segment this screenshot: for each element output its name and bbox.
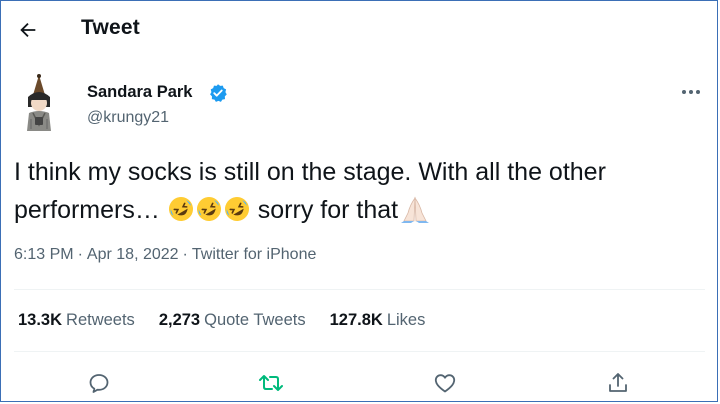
likes-count: 127.8K [329, 311, 383, 329]
arrow-left-icon [20, 22, 36, 38]
divider [14, 289, 705, 290]
author-name[interactable]: Sandara Park [87, 83, 192, 102]
page-title: Tweet [81, 16, 140, 39]
rolling-laughing-emoji-icon [167, 195, 195, 234]
verified-badge-icon [210, 84, 227, 102]
reply-button[interactable] [85, 369, 113, 397]
rolling-laughing-emoji-icon [223, 195, 251, 234]
tweet-text-line2-end: sorry for that [257, 196, 399, 224]
retweet-icon [259, 375, 283, 391]
tweet-date[interactable]: Apr 18, 2022 [87, 246, 179, 263]
reply-icon [89, 374, 109, 393]
share-icon [609, 373, 627, 392]
quote-tweets-label: Quote Tweets [204, 311, 306, 329]
folded-hands-emoji-icon [398, 195, 432, 234]
tweet-text-line1: I think my socks is still on the stage. … [14, 158, 606, 186]
author-handle[interactable]: @krungy21 [87, 109, 169, 127]
avatar[interactable] [19, 73, 69, 133]
more-options-button[interactable] [677, 84, 705, 100]
share-button[interactable] [604, 369, 632, 397]
divider [14, 351, 705, 352]
heart-icon [434, 374, 456, 393]
likes-label: Likes [386, 311, 426, 329]
tweet-stats: 13.3K Retweets 2,273 Quote Tweets 127.8K Li… [18, 311, 425, 330]
tweet-source[interactable]: Twitter for iPhone [192, 246, 317, 263]
tweet-text: I think my socks is still on the stage. … [14, 153, 710, 234]
retweets-stat[interactable]: 13.3K Retweets [18, 311, 135, 330]
tweet-time[interactable]: 6:13 PM [14, 246, 74, 263]
tweet-window: Tweet Sandara Park @krungy21 I think my … [0, 0, 718, 402]
likes-stat[interactable]: 127.8K Likes [330, 311, 426, 330]
quote-tweets-count: 2,273 [158, 311, 201, 329]
meta-separator: · [77, 246, 83, 263]
meta-separator: · [182, 246, 188, 263]
header: Tweet [1, 1, 717, 59]
like-button[interactable] [431, 369, 459, 397]
retweets-count: 13.3K [18, 311, 63, 329]
tweet-text-line2-start: performers… [14, 196, 160, 224]
retweet-button[interactable] [257, 369, 285, 397]
back-button[interactable] [13, 15, 43, 45]
quote-tweets-stat[interactable]: 2,273 Quote Tweets [159, 311, 306, 330]
tweet-meta: 6:13 PM · Apr 18, 2022 · Twitter for iPhone [14, 246, 316, 264]
more-dots-icon [682, 90, 700, 94]
retweets-label: Retweets [66, 311, 135, 329]
rolling-laughing-emoji-icon [195, 195, 223, 234]
